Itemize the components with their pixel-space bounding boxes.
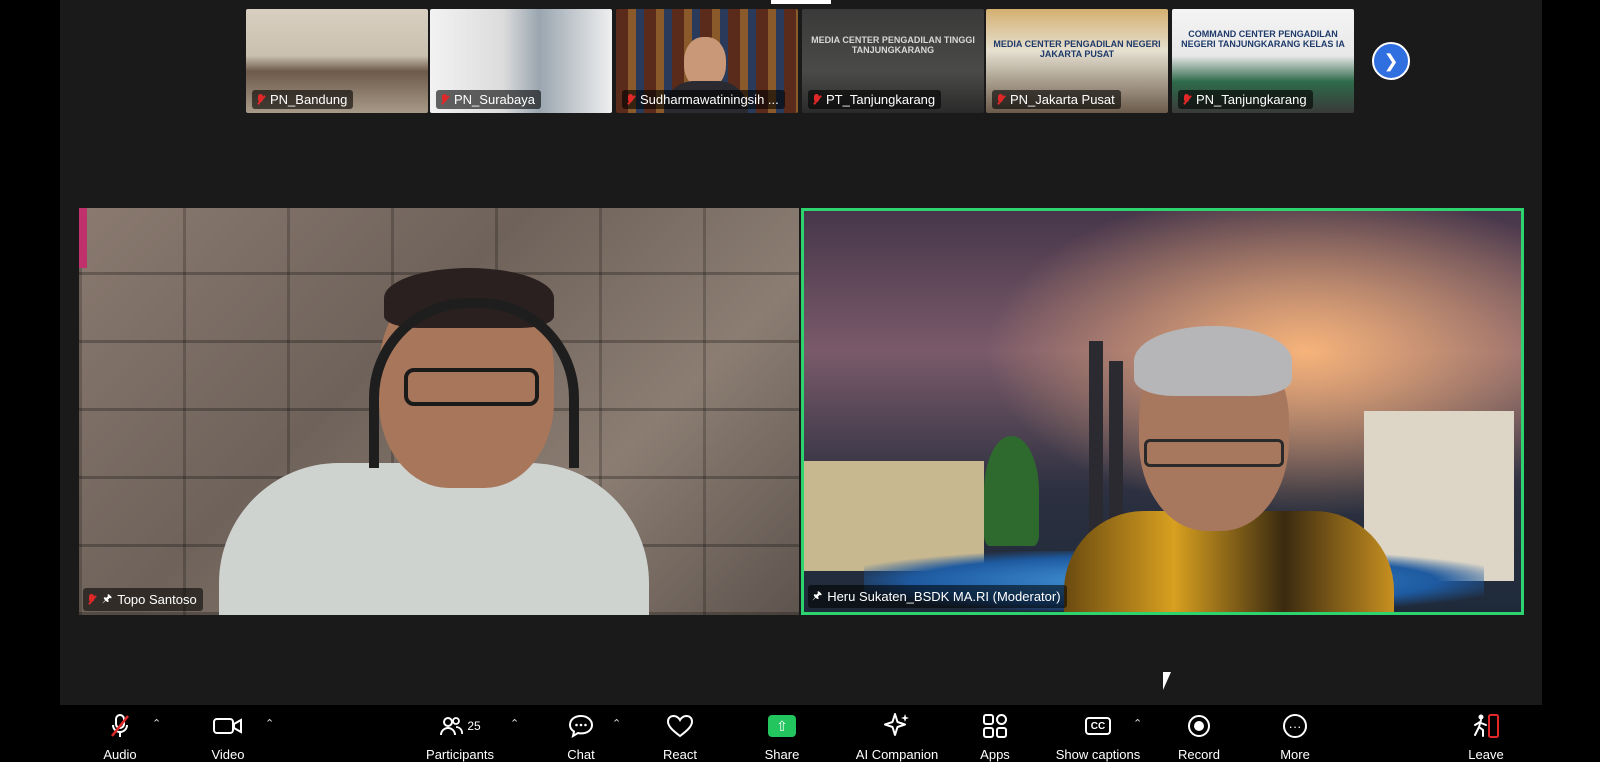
- participant-thumbnail[interactable]: PN_Surabaya: [430, 9, 612, 113]
- meeting-toolbar: Audio ⌃ Video ⌃ 25 Participants ⌃ Chat ⌃…: [0, 705, 1600, 762]
- speaker-name: Topo Santoso: [117, 592, 197, 607]
- leave-icon: [1471, 711, 1501, 741]
- participant-name: PN_Jakarta Pusat: [1010, 92, 1115, 107]
- thumbnail-label: PN_Bandung: [252, 90, 354, 109]
- pin-icon: 🖈: [102, 593, 113, 605]
- participants-button[interactable]: 25 Participants: [415, 711, 505, 762]
- mic-muted-icon: [1182, 93, 1192, 106]
- apps-label: Apps: [980, 747, 1010, 762]
- share-screen-icon: ⇧: [768, 711, 796, 741]
- chevron-right-icon: ❯: [1383, 50, 1399, 71]
- ai-companion-button[interactable]: AI Companion: [847, 711, 947, 762]
- mic-muted-icon: [109, 711, 131, 741]
- participant-thumbnail[interactable]: COMMAND CENTER PENGADILAN NEGERI TANJUNG…: [1172, 9, 1354, 113]
- mouse-cursor: [1163, 672, 1171, 690]
- thumbnail-label: PN_Tanjungkarang: [1178, 90, 1313, 109]
- room-sign: MEDIA CENTER PENGADILAN NEGERI JAKARTA P…: [993, 39, 1161, 59]
- room-sign: COMMAND CENTER PENGADILAN NEGERI TANJUNG…: [1181, 29, 1345, 49]
- pin-icon: 🖈: [812, 590, 823, 602]
- chat-icon: [568, 711, 594, 741]
- sparkle-icon: [883, 711, 911, 741]
- mic-muted-icon: [626, 93, 636, 106]
- participant-thumbnail[interactable]: PN_Bandung: [246, 9, 428, 113]
- apps-button[interactable]: Apps: [950, 711, 1040, 762]
- heart-icon: [666, 711, 694, 741]
- speaker-video-tile[interactable]: 🖈 Topo Santoso: [79, 208, 799, 615]
- leave-label: Leave: [1468, 747, 1504, 762]
- thumbnail-label: Sudharmawatiningsih ...: [622, 90, 785, 109]
- captions-label: Show captions: [1055, 747, 1141, 762]
- thumbnail-label: PN_Surabaya: [436, 90, 541, 109]
- mic-muted-icon: [256, 93, 266, 106]
- captions-options-caret[interactable]: ⌃: [1133, 717, 1142, 730]
- participant-name: PN_Surabaya: [454, 92, 535, 107]
- more-icon: ···: [1283, 711, 1307, 741]
- record-button[interactable]: Record: [1154, 711, 1244, 762]
- speaker-name: Heru Sukaten_BSDK MA.RI (Moderator): [827, 589, 1061, 604]
- leave-button[interactable]: Leave: [1441, 711, 1531, 762]
- participant-thumbnail[interactable]: MEDIA CENTER PENGADILAN TINGGI TANJUNGKA…: [802, 9, 984, 113]
- background-tree: [984, 436, 1039, 546]
- gallery-scroll-indicator: [771, 0, 831, 4]
- share-button[interactable]: ⇧ Share: [737, 711, 827, 762]
- speaker-label: 🖈 Heru Sukaten_BSDK MA.RI (Moderator): [808, 585, 1067, 608]
- audio-label: Audio: [103, 747, 137, 762]
- participant-name: Sudharmawatiningsih ...: [640, 92, 779, 107]
- room-sign: MEDIA CENTER PENGADILAN TINGGI TANJUNGKA…: [811, 35, 975, 55]
- speaker-hair: [1134, 326, 1292, 396]
- record-label: Record: [1178, 747, 1220, 762]
- thumbnail-label: PT_Tanjungkarang: [808, 90, 942, 109]
- closed-captions-icon: CC: [1085, 711, 1111, 741]
- react-label: React: [663, 747, 697, 762]
- mic-muted-icon: [996, 93, 1006, 106]
- video-button[interactable]: Video: [183, 711, 273, 762]
- ai-companion-label: AI Companion: [855, 747, 939, 762]
- participant-count: 25: [467, 719, 481, 733]
- share-label: Share: [764, 747, 800, 762]
- react-button[interactable]: React: [635, 711, 725, 762]
- speaker-label: 🖈 Topo Santoso: [83, 588, 203, 611]
- mic-muted-icon: [812, 93, 822, 106]
- thumbnail-label: PN_Jakarta Pusat: [992, 90, 1121, 109]
- glasses: [1144, 439, 1284, 467]
- participant-name: PT_Tanjungkarang: [826, 92, 936, 107]
- apps-icon: [982, 711, 1008, 741]
- participants-label: Participants: [426, 747, 494, 762]
- participant-thumbnail[interactable]: MEDIA CENTER PENGADILAN NEGERI JAKARTA P…: [986, 9, 1168, 113]
- record-icon: [1188, 711, 1210, 741]
- participant-name: PN_Tanjungkarang: [1196, 92, 1307, 107]
- more-label: More: [1280, 747, 1310, 762]
- gallery-next-button[interactable]: ❯: [1372, 42, 1410, 80]
- audio-options-caret[interactable]: ⌃: [152, 717, 161, 730]
- participants-options-caret[interactable]: ⌃: [510, 717, 519, 730]
- chat-label: Chat: [567, 747, 595, 762]
- video-options-caret[interactable]: ⌃: [265, 717, 274, 730]
- participants-icon: 25: [439, 711, 481, 741]
- more-button[interactable]: ··· More: [1250, 711, 1340, 762]
- participant-thumbnail[interactable]: Sudharmawatiningsih ...: [616, 9, 798, 113]
- active-speaker-video-tile[interactable]: 🖈 Heru Sukaten_BSDK MA.RI (Moderator): [801, 208, 1524, 615]
- video-camera-icon: [213, 711, 243, 741]
- wall-decoration: [79, 208, 87, 268]
- show-captions-button[interactable]: CC Show captions: [1050, 711, 1146, 762]
- chat-options-caret[interactable]: ⌃: [612, 717, 621, 730]
- participant-name: PN_Bandung: [270, 92, 348, 107]
- glasses: [404, 368, 539, 406]
- video-label: Video: [211, 747, 245, 762]
- mic-muted-icon: [440, 93, 450, 106]
- mic-muted-icon: [87, 593, 97, 606]
